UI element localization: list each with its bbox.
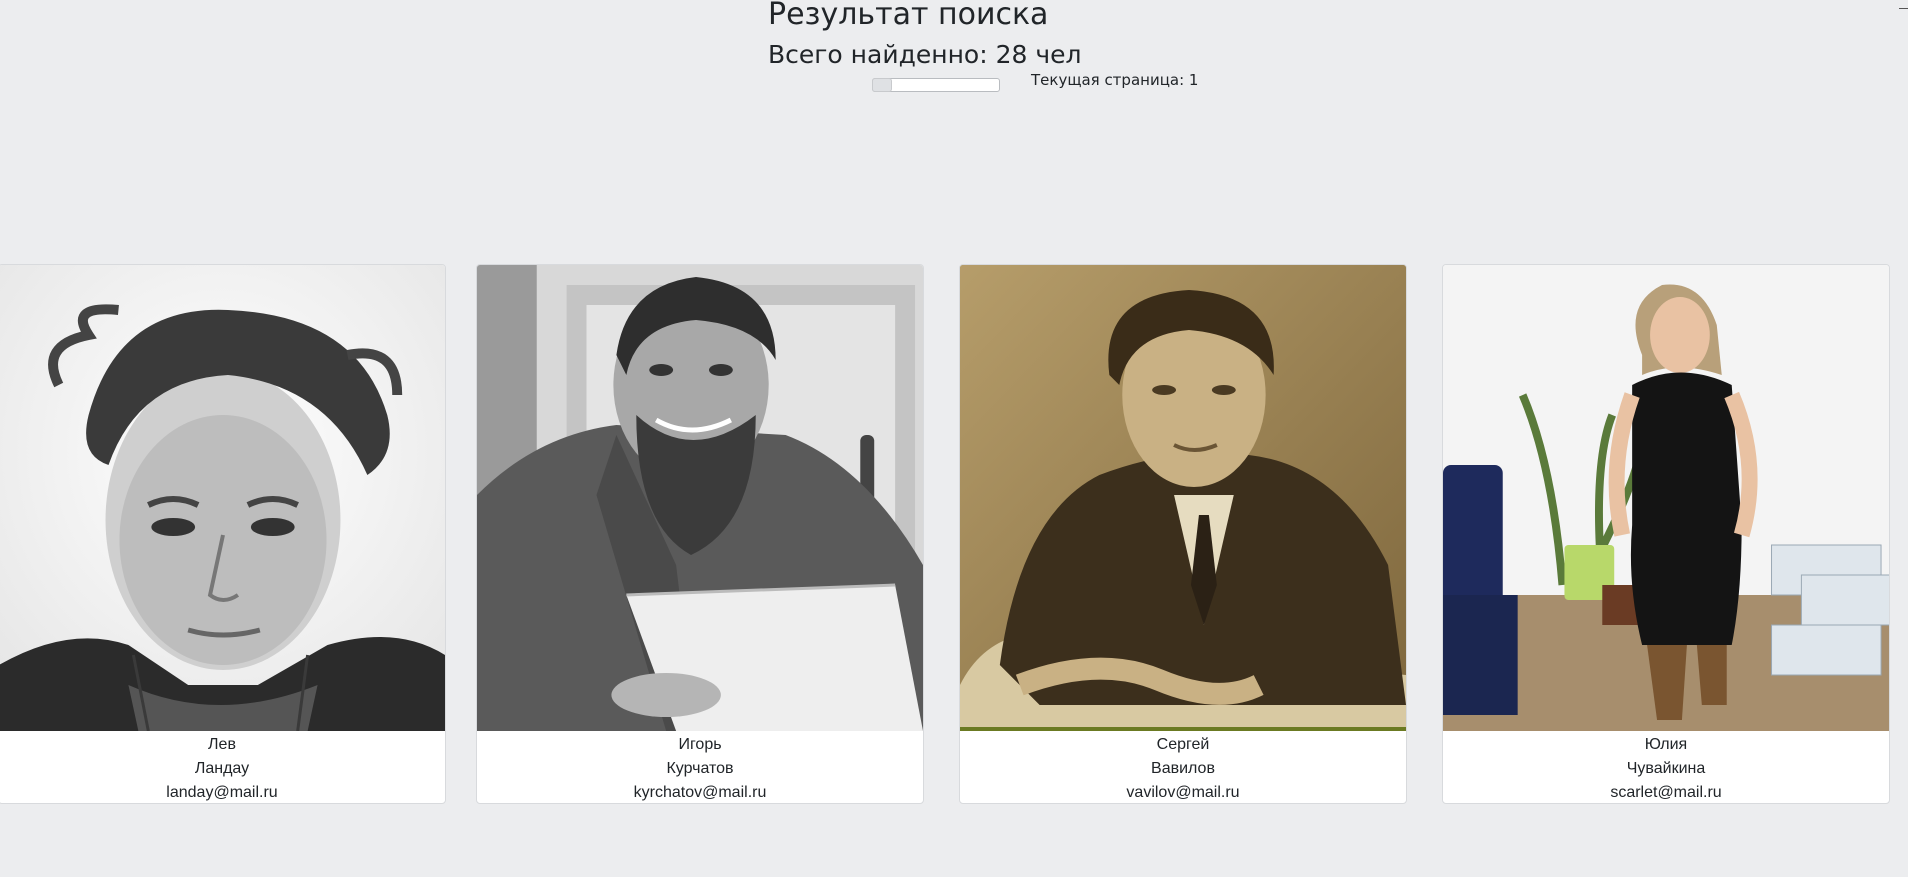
person-first-name: Лев (208, 736, 236, 753)
person-email[interactable]: vavilov@mail.ru (960, 781, 1406, 803)
scroll-arrow-icon[interactable] (1896, 0, 1908, 14)
person-email[interactable]: kyrchatov@mail.ru (477, 781, 923, 803)
person-last-name: Ландау (194, 760, 250, 777)
person-first-name: Игорь (678, 736, 722, 753)
person-last-name: Вавилов (1151, 760, 1215, 777)
person-first-name: Юлия (1644, 736, 1688, 753)
person-email[interactable]: landay@mail.ru (0, 781, 445, 803)
current-page-label: Текущая страница: 1 (1031, 71, 1199, 89)
person-photo (960, 265, 1406, 731)
person-card[interactable]: Лев Ландау landay@mail.ru (0, 264, 446, 804)
person-card[interactable]: Сергей Вавилов vavilov@mail.ru (959, 264, 1407, 804)
results-count: Всего найденно: 28 чел (768, 40, 1082, 69)
portrait-kurchatov-image (477, 265, 923, 731)
person-photo (477, 265, 923, 731)
person-photo (1443, 265, 1889, 731)
page-title: Результат поиска (768, 0, 1049, 32)
portrait-chuvaikina-image (1443, 265, 1889, 731)
person-last-name: Курчатов (666, 760, 734, 777)
portrait-landau-image (0, 265, 445, 731)
person-last-name: Чувайкина (1626, 760, 1706, 777)
person-card[interactable]: Юлия Чувайкина scarlet@mail.ru (1442, 264, 1890, 804)
search-results-page: Результат поиска Всего найденно: 28 чел … (0, 0, 1908, 877)
person-card[interactable]: Игорь Курчатов kyrchatov@mail.ru (476, 264, 924, 804)
page-slider-thumb[interactable] (872, 78, 892, 92)
person-photo (0, 265, 445, 731)
person-first-name: Сергей (1156, 736, 1210, 753)
person-email[interactable]: scarlet@mail.ru (1443, 781, 1889, 803)
page-slider[interactable] (872, 78, 1000, 92)
portrait-vavilov-image (960, 265, 1406, 731)
